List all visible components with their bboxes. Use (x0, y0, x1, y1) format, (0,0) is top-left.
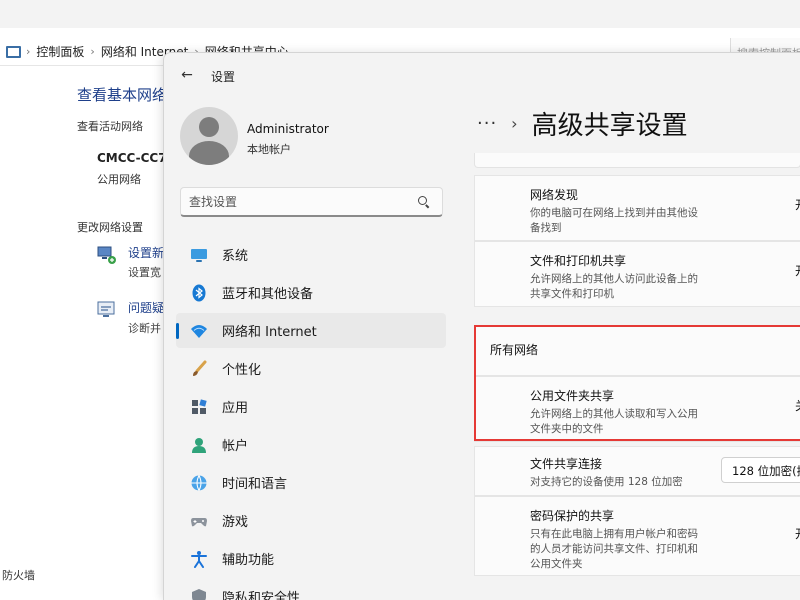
nav-item-time-language[interactable]: 时间和语言 (176, 465, 446, 500)
setting-toggle-state[interactable]: 开 (795, 262, 800, 279)
settings-search-box[interactable] (180, 187, 443, 217)
setting-network-discovery[interactable]: 网络发现 你的电脑可在网络上找到并由其他设备找到 开 (474, 175, 800, 241)
setting-desc: 对支持它的设备使用 128 位加密 (530, 476, 683, 488)
page-title: 高级共享设置 (531, 110, 688, 141)
nav-label: 游戏 (222, 515, 249, 530)
chevron-right-icon: › (26, 45, 31, 58)
setting-title: 文件和打印机共享 (530, 254, 627, 268)
troubleshoot-icon (97, 301, 115, 317)
chevron-right-icon: › (90, 45, 95, 58)
setting-file-printer-sharing[interactable]: 文件和打印机共享 允许网络上的其他人访问此设备上的共享文件和打印机 开 (474, 241, 800, 307)
account-icon (192, 437, 206, 453)
group-header-all-networks[interactable]: 所有网络 (474, 326, 800, 376)
globe-icon (191, 474, 207, 491)
nav-item-accessibility[interactable]: 辅助功能 (176, 541, 446, 576)
network-setup-icon (97, 246, 116, 264)
setting-desc: 只有在此电脑上拥有用户帐户和密码的人员才能访问共享文件、打印机和公用文件夹 (530, 528, 698, 570)
nav-item-privacy-security[interactable]: 隐私和安全性 (176, 579, 446, 600)
settings-window: ← 设置 Administrator 本地帐户 系统 蓝牙和其他设备 (163, 52, 800, 600)
nav-label: 个性化 (222, 363, 262, 378)
nav-item-personalization[interactable]: 个性化 (176, 351, 446, 386)
user-icon-body (189, 141, 229, 165)
chevron-right-icon: › (511, 113, 518, 133)
nav-item-network-internet[interactable]: 网络和 Internet (176, 313, 446, 348)
brush-icon (193, 360, 207, 376)
nav-item-apps[interactable]: 应用 (176, 389, 446, 424)
setting-title: 网络发现 (530, 188, 579, 202)
nav-label: 系统 (222, 249, 249, 264)
window-title: 设置 (211, 70, 236, 84)
back-button[interactable]: ← (178, 66, 196, 84)
setting-file-sharing-connection[interactable]: 文件共享连接 对支持它的设备使用 128 位加密 128 位加密(推荐) (474, 446, 800, 496)
settings-search-input[interactable] (189, 194, 418, 209)
troubleshoot-link[interactable]: 问题疑 (128, 299, 164, 316)
apps-icon (192, 398, 207, 414)
nav-label: 辅助功能 (222, 553, 275, 568)
settings-nav: 系统 蓝牙和其他设备 网络和 Internet 个性化 应用 帐户 时间和语言 … (176, 237, 446, 600)
setting-desc: 允许网络上的其他人访问此设备上的共享文件和打印机 (530, 273, 698, 300)
nav-item-bluetooth[interactable]: 蓝牙和其他设备 (176, 275, 446, 310)
group-header-label: 所有网络 (490, 343, 539, 357)
setup-new-connection-desc: 设置宽 (128, 266, 161, 279)
nav-label: 网络和 Internet (222, 325, 317, 340)
user-name: Administrator (247, 122, 329, 136)
user-account-type: 本地帐户 (247, 143, 291, 156)
system-icon (191, 248, 207, 262)
shield-icon (192, 588, 206, 600)
troubleshoot-desc: 诊断并 (128, 322, 161, 335)
breadcrumb-control-panel[interactable]: 控制面板 (36, 43, 84, 60)
setting-title: 密码保护的共享 (530, 509, 615, 523)
setting-title: 公用文件夹共享 (530, 389, 615, 403)
setting-toggle-state[interactable]: 开 (795, 196, 800, 213)
control-panel-title-bar (0, 0, 800, 28)
nav-item-gaming[interactable]: 游戏 (176, 503, 446, 538)
network-icon (4, 44, 21, 60)
nav-item-accounts[interactable]: 帐户 (176, 427, 446, 462)
accessibility-icon (191, 550, 207, 568)
arrow-left-icon: ← (181, 67, 193, 83)
setting-toggle-state[interactable]: 开 (795, 525, 800, 542)
nav-label: 应用 (222, 401, 249, 416)
avatar[interactable] (180, 107, 238, 165)
user-icon (199, 117, 219, 137)
page-breadcrumb: ··· › 高级共享设置 (477, 105, 688, 141)
change-network-settings-label: 更改网络设置 (77, 221, 143, 234)
nav-label: 时间和语言 (222, 477, 288, 492)
setting-password-protected-sharing[interactable]: 密码保护的共享 只有在此电脑上拥有用户帐户和密码的人员才能访问共享文件、打印机和… (474, 496, 800, 576)
nav-label: 帐户 (222, 439, 249, 454)
bluetooth-icon (192, 284, 206, 301)
nav-label: 隐私和安全性 (222, 591, 301, 600)
setting-desc: 你的电脑可在网络上找到并由其他设备找到 (530, 207, 698, 234)
encryption-select[interactable]: 128 位加密(推荐) (721, 457, 800, 483)
breadcrumb-more-button[interactable]: ··· (477, 113, 497, 134)
card-edge (474, 153, 800, 168)
control-panel-page-title: 查看基本网络 (77, 86, 168, 104)
wifi-icon (191, 324, 207, 338)
setting-toggle-state[interactable]: 关 (795, 397, 800, 414)
setup-new-connection-link[interactable]: 设置新 (128, 244, 164, 261)
network-type: 公用网络 (97, 173, 141, 186)
setting-public-folder-sharing[interactable]: 公用文件夹共享 允许网络上的其他人读取和写入公用文件夹中的文件 关 (474, 376, 800, 442)
gamepad-icon (191, 517, 207, 526)
nav-label: 蓝牙和其他设备 (222, 287, 314, 302)
search-icon[interactable] (418, 195, 430, 208)
firewall-link[interactable]: 防火墙 (2, 567, 35, 583)
active-networks-label: 查看活动网络 (77, 120, 143, 133)
nav-item-system[interactable]: 系统 (176, 237, 446, 272)
setting-desc: 允许网络上的其他人读取和写入公用文件夹中的文件 (530, 408, 698, 435)
